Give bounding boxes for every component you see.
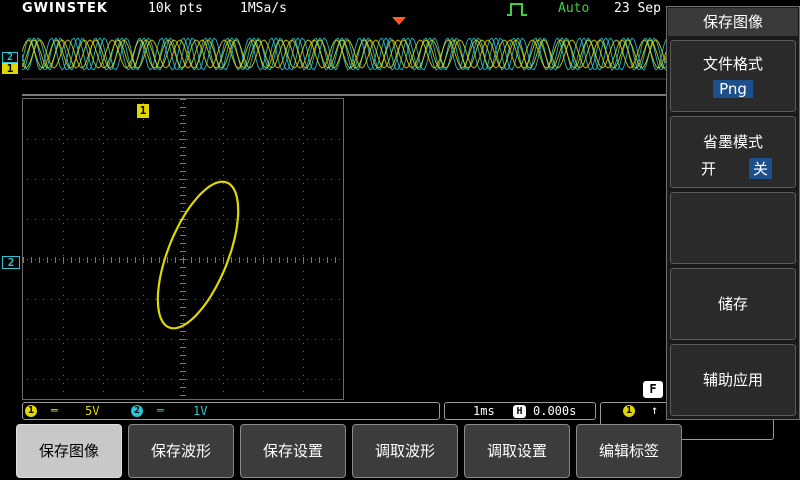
save-setup-tab[interactable]: 保存设置 — [240, 424, 346, 478]
xy-grid — [22, 98, 344, 400]
timebase-bar[interactable]: 1ms H 0.000s — [444, 402, 596, 420]
grid-ch1-marker: 1 — [137, 104, 149, 118]
ch2-scale: 1V — [193, 404, 208, 418]
assist-apps-button[interactable]: 辅助应用 — [670, 344, 796, 416]
overview-divider — [22, 94, 666, 96]
ink-saver-off: 关 — [749, 158, 773, 179]
file-format-value: Png — [713, 80, 753, 98]
sample-rate: 1MSa/s — [240, 1, 287, 16]
save-image-tab[interactable]: 保存图像 — [16, 424, 122, 478]
ink-saver-on: 开 — [701, 160, 717, 178]
horizontal-position-icon: H — [513, 405, 526, 418]
file-format-label: 文件格式 — [702, 55, 763, 73]
horizontal-position-value: 0.000s — [533, 404, 577, 418]
grid-ch2-marker: 2 — [2, 256, 20, 269]
trigger-mode: Auto — [558, 1, 590, 16]
ch1-badge: 1 — [25, 405, 37, 417]
ch1-dc-icon: ═ — [51, 404, 58, 417]
ink-saver-button[interactable]: 省墨模式 开 关 — [670, 116, 796, 188]
waveform-overview[interactable] — [22, 30, 666, 80]
ch2-badge: 2 — [131, 405, 143, 417]
edit-label-tab[interactable]: 编辑标签 — [576, 424, 682, 478]
trigger-source-badge: 1 — [623, 405, 635, 417]
channel-scale-bar[interactable]: 1 ═ 5V 2 ═ 1V — [22, 402, 440, 420]
overview-ch1-marker: 1 — [2, 63, 18, 74]
side-menu-title: 保存图像 — [668, 8, 798, 36]
display-area-blank — [344, 98, 666, 400]
save-waveform-tab[interactable]: 保存波形 — [128, 424, 234, 478]
run-state-icon — [507, 3, 527, 16]
date-display: 23 Sep — [614, 1, 661, 16]
timebase-value: 1ms — [473, 404, 495, 418]
trigger-slope-icon: ↑ — [651, 403, 659, 417]
file-format-button[interactable]: 文件格式 Png — [670, 40, 796, 112]
ch1-scale: 5V — [85, 404, 100, 418]
brand-logo: GWINSTEK — [22, 1, 108, 16]
function-key-icon: F — [643, 381, 663, 398]
recall-waveform-tab[interactable]: 调取波形 — [352, 424, 458, 478]
trigger-position-icon — [392, 17, 406, 25]
xy-trace — [156, 180, 240, 330]
save-button[interactable]: 储存 — [670, 268, 796, 340]
ink-saver-label: 省墨模式 — [702, 133, 763, 151]
empty-menu-slot — [670, 192, 796, 264]
record-length: 10k pts — [148, 1, 203, 16]
recall-setup-tab[interactable]: 调取设置 — [464, 424, 570, 478]
ch2-dc-icon: ═ — [157, 404, 164, 417]
